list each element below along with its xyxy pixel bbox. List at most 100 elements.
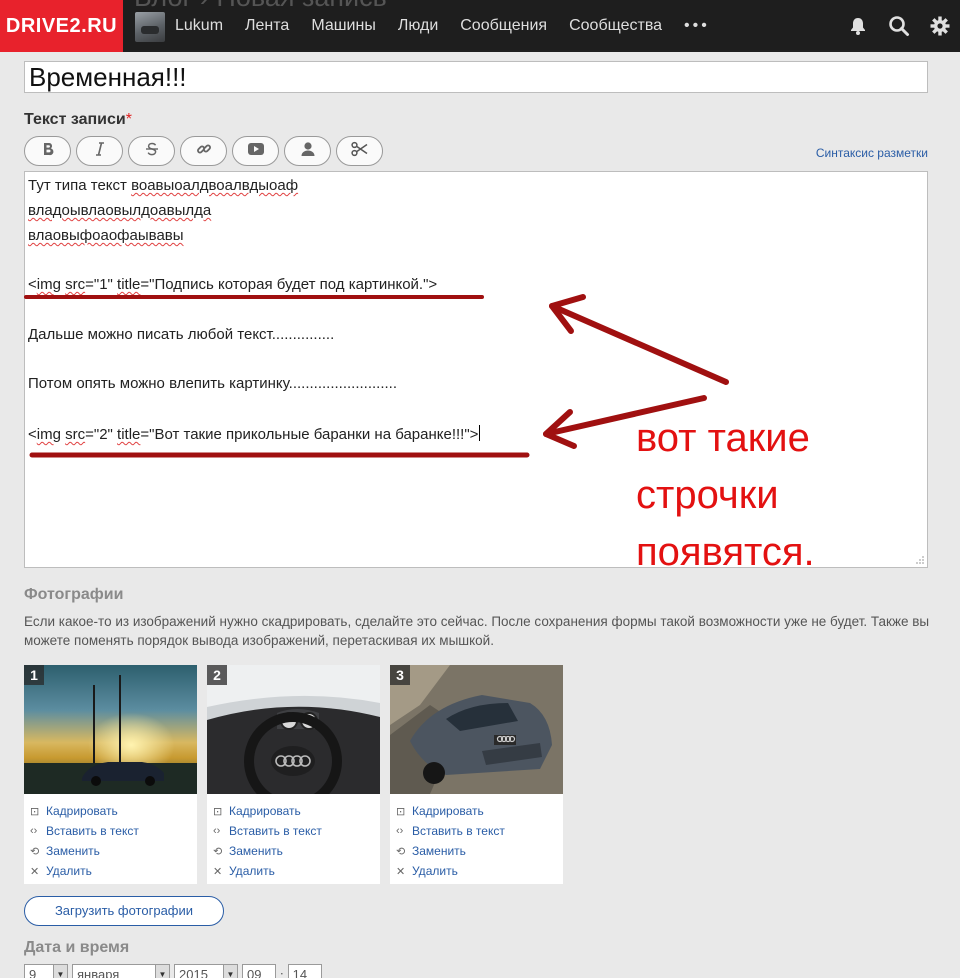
annotation-line-2: строчки	[636, 473, 779, 517]
editor-line: Дальше можно писать любой текст.........…	[28, 326, 334, 343]
replace-action[interactable]: ⟲ Заменить	[396, 841, 505, 861]
replace-action[interactable]: ⟲ Заменить	[213, 841, 322, 861]
editor-line-img-tag-1: <img src="1" title="Подпись которая буде…	[28, 276, 437, 293]
editor-text: ="Вот такие прикольные баранки на баранк…	[140, 426, 479, 443]
photo-thumbnail[interactable]: 1	[24, 665, 197, 794]
photo-number: 2	[207, 665, 227, 685]
time-separator: :	[280, 967, 284, 978]
annotation-line-3: появятся.	[636, 530, 815, 574]
code-icon: ‹›	[213, 825, 221, 837]
markup-syntax-link[interactable]: Синтаксис разметки	[816, 146, 928, 160]
photos-description: Если какое-то из изображений нужно скадр…	[24, 614, 930, 648]
minute-input[interactable]: 14	[287, 964, 322, 978]
bold-icon	[41, 142, 55, 161]
user-icon	[300, 141, 316, 162]
hour-input[interactable]: 09	[242, 964, 276, 978]
chevron-down-icon: ▼	[53, 965, 67, 978]
nav-item-feed[interactable]: Лента	[245, 17, 289, 35]
datetime-row: 9 ▼ января ▼ 2015 ▼ 09 : 14	[24, 964, 322, 978]
delete-action[interactable]: ✕ Удалить	[213, 861, 322, 881]
youtube-button[interactable]	[232, 136, 279, 166]
photo-card-3[interactable]: 3 ⊡ Кадрировать ‹› Вставить в текст ⟲ Замен…	[390, 665, 563, 884]
replace-action-label: Заменить	[229, 844, 283, 858]
delete-action[interactable]: ✕ Удалить	[396, 861, 505, 881]
editor-text: <	[28, 426, 37, 443]
cut-button[interactable]	[336, 136, 383, 166]
upload-photos-button[interactable]: Загрузить фотографии	[24, 896, 224, 926]
nav-item-communities[interactable]: Сообщества	[569, 17, 662, 35]
misspelled-word: img	[36, 276, 61, 293]
nav-more-button[interactable]: •••	[684, 17, 710, 35]
editor-text: Тут типа текст	[28, 177, 132, 194]
search-icon[interactable]	[888, 15, 910, 37]
editor-text: ="1"	[85, 276, 118, 293]
editor-line: владоывлаовылдоавылда	[28, 202, 211, 219]
insert-action[interactable]: ‹› Вставить в текст	[30, 821, 139, 841]
insert-action-label: Вставить в текст	[46, 824, 139, 838]
bell-icon[interactable]	[848, 16, 868, 36]
user-avatar[interactable]	[135, 12, 165, 42]
photo-card-2[interactable]: 2 ⊡ Кадрировать ‹› Вставить в текст ⟲ Замен…	[207, 665, 380, 884]
nav-item-messages[interactable]: Сообщения	[460, 17, 547, 35]
editor-line: влаовыфоаофаывавы	[28, 227, 184, 244]
replace-action[interactable]: ⟲ Заменить	[30, 841, 139, 861]
post-text-editor[interactable]: Тут типа текст воавыоалдвоалвдыоаф владо…	[24, 171, 928, 568]
crop-action[interactable]: ⊡ Кадрировать	[30, 801, 139, 821]
refresh-icon: ⟲	[396, 845, 406, 858]
year-select[interactable]: 2015 ▼	[174, 964, 238, 978]
delete-action[interactable]: ✕ Удалить	[30, 861, 139, 881]
photo-card-1[interactable]: 1 ⊡ Кадрировать ‹› Вставить в текст ⟲ Замен…	[24, 665, 197, 884]
bold-button[interactable]	[24, 136, 71, 166]
required-mark: *	[125, 111, 132, 128]
user-mention-button[interactable]	[284, 136, 331, 166]
insert-action-label: Вставить в текст	[412, 824, 505, 838]
chevron-down-icon: ▼	[223, 965, 237, 978]
crop-action-label: Кадрировать	[46, 804, 118, 818]
photo-thumbnail[interactable]: 2	[207, 665, 380, 794]
strikethrough-icon	[145, 142, 159, 161]
crop-action[interactable]: ⊡ Кадрировать	[213, 801, 322, 821]
photo-actions: ⊡ Кадрировать ‹› Вставить в текст ⟲ Заменит…	[396, 801, 505, 881]
nav-item-profile[interactable]: Lukum	[175, 17, 223, 35]
editor-text: Дальше можно писать любой текст.........…	[28, 326, 335, 343]
nav-item-cars[interactable]: Машины	[311, 17, 376, 35]
insert-action-label: Вставить в текст	[229, 824, 322, 838]
delete-action-label: Удалить	[412, 864, 458, 878]
editor-text: <	[28, 276, 37, 293]
day-select[interactable]: 9 ▼	[24, 964, 68, 978]
editor-line: Потом опять можно влепить картинку......…	[28, 375, 397, 392]
month-select[interactable]: января ▼	[72, 964, 170, 978]
crop-icon: ⊡	[213, 805, 223, 818]
drive2-logo[interactable]: DRIVE2.RU	[0, 0, 123, 52]
insert-action[interactable]: ‹› Вставить в текст	[213, 821, 322, 841]
italic-button[interactable]	[76, 136, 123, 166]
nav-icon-group	[848, 0, 950, 52]
strikethrough-button[interactable]	[128, 136, 175, 166]
photo-number: 3	[390, 665, 410, 685]
misspelled-word: title	[117, 276, 141, 293]
crop-action-label: Кадрировать	[412, 804, 484, 818]
misspelled-word: владоывлаовылдоавылда	[28, 202, 212, 219]
editor-text: ="2"	[85, 426, 118, 443]
editor-toolbar	[24, 136, 383, 166]
insert-action[interactable]: ‹› Вставить в текст	[396, 821, 505, 841]
post-title-input[interactable]: Временная!!!	[24, 61, 928, 93]
link-button[interactable]	[180, 136, 227, 166]
crop-icon: ⊡	[396, 805, 406, 818]
delete-action-label: Удалить	[46, 864, 92, 878]
photo-thumbnail[interactable]: 3	[390, 665, 563, 794]
italic-icon	[93, 141, 107, 161]
crop-icon: ⊡	[30, 805, 40, 818]
resize-grip-icon[interactable]	[915, 555, 925, 565]
refresh-icon: ⟲	[30, 845, 40, 858]
nav-item-people[interactable]: Люди	[398, 17, 438, 35]
photo-actions: ⊡ Кадрировать ‹› Вставить в текст ⟲ Заменит…	[213, 801, 322, 881]
code-icon: ‹›	[30, 825, 38, 837]
misspelled-word: воавыоалдвоалвдыоаф	[131, 177, 299, 194]
annotation-line-1: вот такие	[636, 416, 810, 460]
crop-action-label: Кадрировать	[229, 804, 301, 818]
misspelled-word: влаовыфоаофаывавы	[28, 227, 184, 244]
gear-icon[interactable]	[930, 16, 950, 36]
crop-action[interactable]: ⊡ Кадрировать	[396, 801, 505, 821]
day-value: 9	[29, 967, 37, 978]
